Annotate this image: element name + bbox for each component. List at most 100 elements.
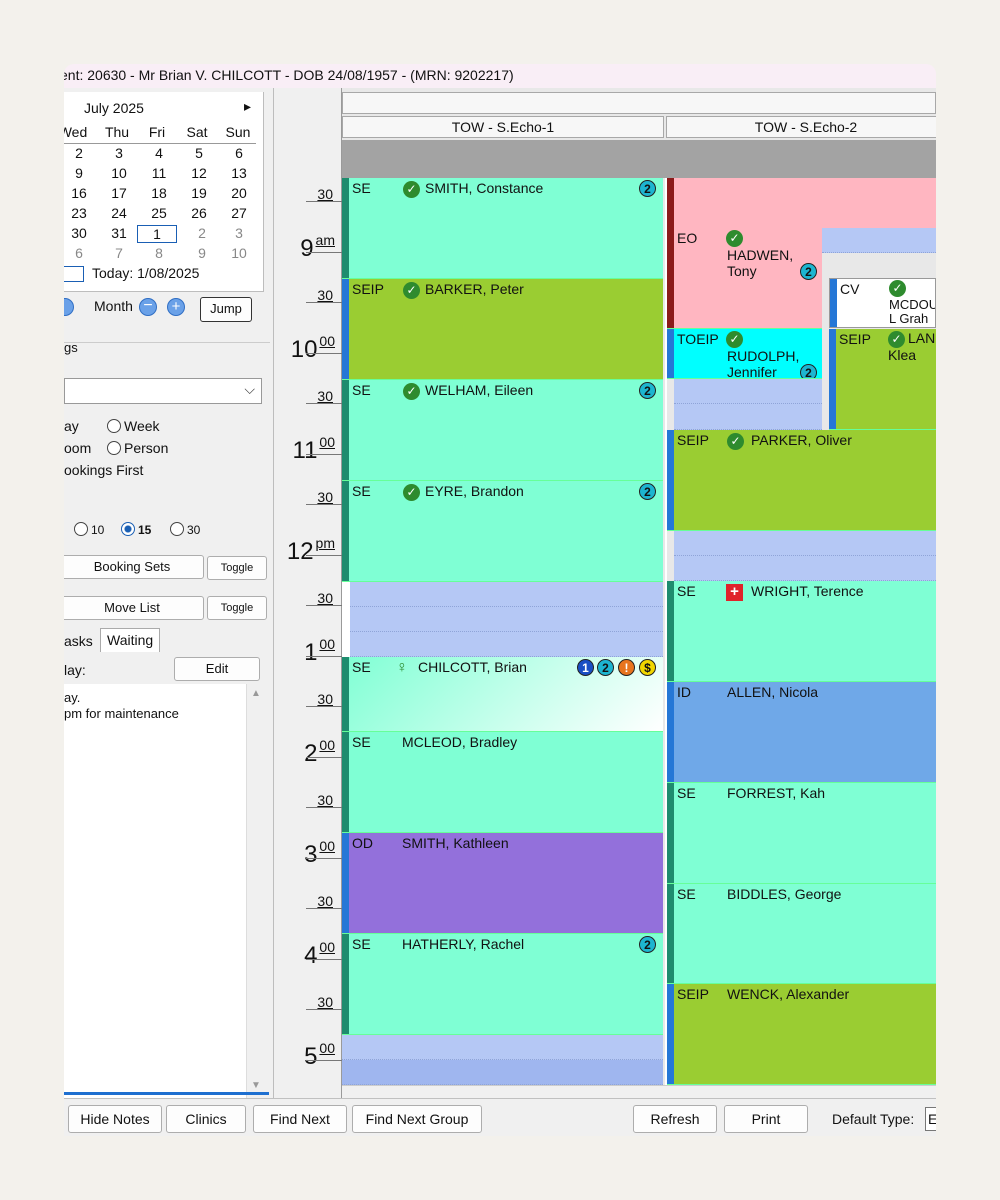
calendar-day[interactable]: 19 xyxy=(184,185,214,201)
booking-sets-button[interactable]: Booking Sets xyxy=(64,555,204,579)
appointment[interactable] xyxy=(667,178,936,228)
time-label-10: 10 00 xyxy=(290,333,335,363)
calendar-day[interactable]: 6 xyxy=(224,145,254,161)
empty-slot[interactable] xyxy=(350,582,663,607)
calendar-day-selected[interactable]: 1 xyxy=(137,225,177,243)
calendar-day[interactable]: 26 xyxy=(184,205,214,221)
appointment[interactable]: EO ✓ HADWEN, Tony 2 xyxy=(667,228,822,329)
empty-slot[interactable] xyxy=(674,404,822,430)
calendar-day[interactable]: 8 xyxy=(144,245,174,261)
scroll-down-icon[interactable]: ▼ xyxy=(251,1080,261,1091)
view-select[interactable]: ⌵ xyxy=(64,378,262,404)
notes-scrollbar[interactable]: ▲ ▼ xyxy=(246,684,264,1098)
appointment[interactable]: SE ✓ WELHAM, Eileen 2 xyxy=(342,380,663,481)
calendar-day[interactable]: 4 xyxy=(144,145,174,161)
appointment[interactable]: SE ✓ EYRE, Brandon 2 xyxy=(342,481,663,582)
calendar-day[interactable]: 25 xyxy=(144,205,174,221)
calendar-next-month-arrow[interactable]: ▸ xyxy=(244,98,251,115)
appointment[interactable]: TOEIP ✓ RUDOLPH, Jennifer 2 xyxy=(667,329,822,379)
calendar-day[interactable]: 11 xyxy=(144,165,174,181)
today-label[interactable]: Today: 1/08/2025 xyxy=(92,265,199,281)
print-button[interactable]: Print xyxy=(724,1105,808,1133)
calendar-day[interactable]: 7 xyxy=(104,245,134,261)
calendar-day[interactable]: 18 xyxy=(144,185,174,201)
refresh-button[interactable]: Refresh xyxy=(633,1105,717,1133)
tab-waiting[interactable]: Waiting xyxy=(100,628,161,652)
radio-day[interactable]: ay xyxy=(64,418,79,434)
appointment-selected[interactable]: SE ♀ CHILCOTT, Brian 1 2 ! $ xyxy=(342,657,663,732)
calendar-day[interactable]: 9 xyxy=(187,245,217,261)
interval-15-radio[interactable]: 15 xyxy=(121,522,151,537)
appointment[interactable]: SEIP ✓ PARKER, Oliver xyxy=(667,430,936,531)
empty-slot[interactable] xyxy=(674,379,822,404)
calendar-day[interactable]: 10 xyxy=(104,165,134,181)
zoom-out-icon[interactable]: − xyxy=(139,298,157,316)
empty-slot[interactable] xyxy=(342,1060,663,1085)
calendar-day[interactable]: 6 xyxy=(64,245,94,261)
notes-panel: ay. pm for maintenance ▲ ▼ xyxy=(64,684,269,1098)
radio-room[interactable]: oom xyxy=(64,440,91,456)
appointment[interactable]: SE ✓ SMITH, Constance 2 xyxy=(342,178,663,279)
group-label: gs xyxy=(64,340,78,355)
appointment[interactable]: SE + WRIGHT, Terence xyxy=(667,581,936,682)
appointment[interactable]: SE HATHERLY, Rachel 2 xyxy=(342,934,663,1035)
booking-sets-toggle-button[interactable]: Toggle xyxy=(207,556,267,580)
tab-tasks[interactable]: asks xyxy=(64,630,93,652)
calendar-day[interactable]: 20 xyxy=(224,185,254,201)
calendar-day[interactable]: 16 xyxy=(64,185,94,201)
scroll-up-icon[interactable]: ▲ xyxy=(251,688,261,699)
appointment[interactable]: ID ALLEN, Nicola xyxy=(667,682,936,783)
day-notes-label: lay: xyxy=(64,662,86,678)
calendar-day[interactable]: 13 xyxy=(224,165,254,181)
zoom-prev-icon[interactable] xyxy=(64,298,74,316)
calendar-day[interactable]: 10 xyxy=(224,245,254,261)
move-list-toggle-button[interactable]: Toggle xyxy=(207,596,267,620)
calendar-day[interactable]: 3 xyxy=(224,225,254,241)
appointment[interactable]: SE FORREST, Kah xyxy=(667,783,936,884)
empty-slot[interactable] xyxy=(350,632,663,657)
appointment[interactable]: SEIP ✓ BARKER, Peter xyxy=(342,279,663,380)
calendar-day[interactable]: 30 xyxy=(64,225,94,241)
appointment[interactable]: SEIP WENCK, Alexander xyxy=(667,984,936,1085)
calendar-day[interactable]: 9 xyxy=(64,165,94,181)
calendar-day[interactable]: 12 xyxy=(184,165,214,181)
move-list-button[interactable]: Move List xyxy=(64,596,204,620)
hide-notes-button[interactable]: Hide Notes xyxy=(68,1105,162,1133)
find-next-button[interactable]: Find Next xyxy=(253,1105,347,1133)
interval-10-radio[interactable]: 10 xyxy=(74,522,104,537)
zoom-in-icon[interactable]: + xyxy=(167,298,185,316)
appointment[interactable]: CV ✓ MCDOU L Grah xyxy=(829,278,936,328)
appointment[interactable]: SE MCLEOD, Bradley xyxy=(342,732,663,833)
calendar-day[interactable]: 2 xyxy=(187,225,217,241)
bookings-first-option[interactable]: ookings First xyxy=(64,462,143,478)
appointment[interactable]: OD SMITH, Kathleen xyxy=(342,833,663,934)
appointment[interactable]: SEIP ✓ LAN Klea xyxy=(829,329,936,430)
calendar-day[interactable]: 3 xyxy=(104,145,134,161)
calendar-day[interactable]: 31 xyxy=(104,225,134,241)
calendar-day[interactable]: 2 xyxy=(64,145,94,161)
weekday-sat: Sat xyxy=(186,124,208,140)
column-header-echo2[interactable]: TOW - S.Echo-2 xyxy=(666,116,936,138)
appointment[interactable]: SE BIDDLES, George xyxy=(667,884,936,984)
empty-slot[interactable] xyxy=(342,1035,663,1060)
empty-slot[interactable] xyxy=(674,556,936,581)
radio-person[interactable]: Person xyxy=(107,440,168,456)
clinics-button[interactable]: Clinics xyxy=(166,1105,246,1133)
radio-week[interactable]: Week xyxy=(107,418,160,434)
calendar-day[interactable]: 27 xyxy=(224,205,254,221)
calendar-day[interactable]: 24 xyxy=(104,205,134,221)
calendar-day[interactable]: 23 xyxy=(64,205,94,221)
default-type-select[interactable]: E xyxy=(925,1107,936,1131)
empty-slot[interactable] xyxy=(822,228,936,253)
calendar-day[interactable]: 5 xyxy=(184,145,214,161)
check-icon: ✓ xyxy=(726,331,743,348)
find-next-group-button[interactable]: Find Next Group xyxy=(352,1105,482,1133)
jump-button[interactable]: Jump xyxy=(200,297,252,322)
empty-slot[interactable] xyxy=(674,531,936,556)
empty-slot[interactable] xyxy=(350,607,663,632)
edit-notes-button[interactable]: Edit xyxy=(174,657,260,681)
calendar-day[interactable]: 17 xyxy=(104,185,134,201)
interval-30-radio[interactable]: 30 xyxy=(170,522,200,537)
horizontal-scrollbar[interactable] xyxy=(342,1085,936,1098)
column-header-echo1[interactable]: TOW - S.Echo-1 xyxy=(342,116,664,138)
